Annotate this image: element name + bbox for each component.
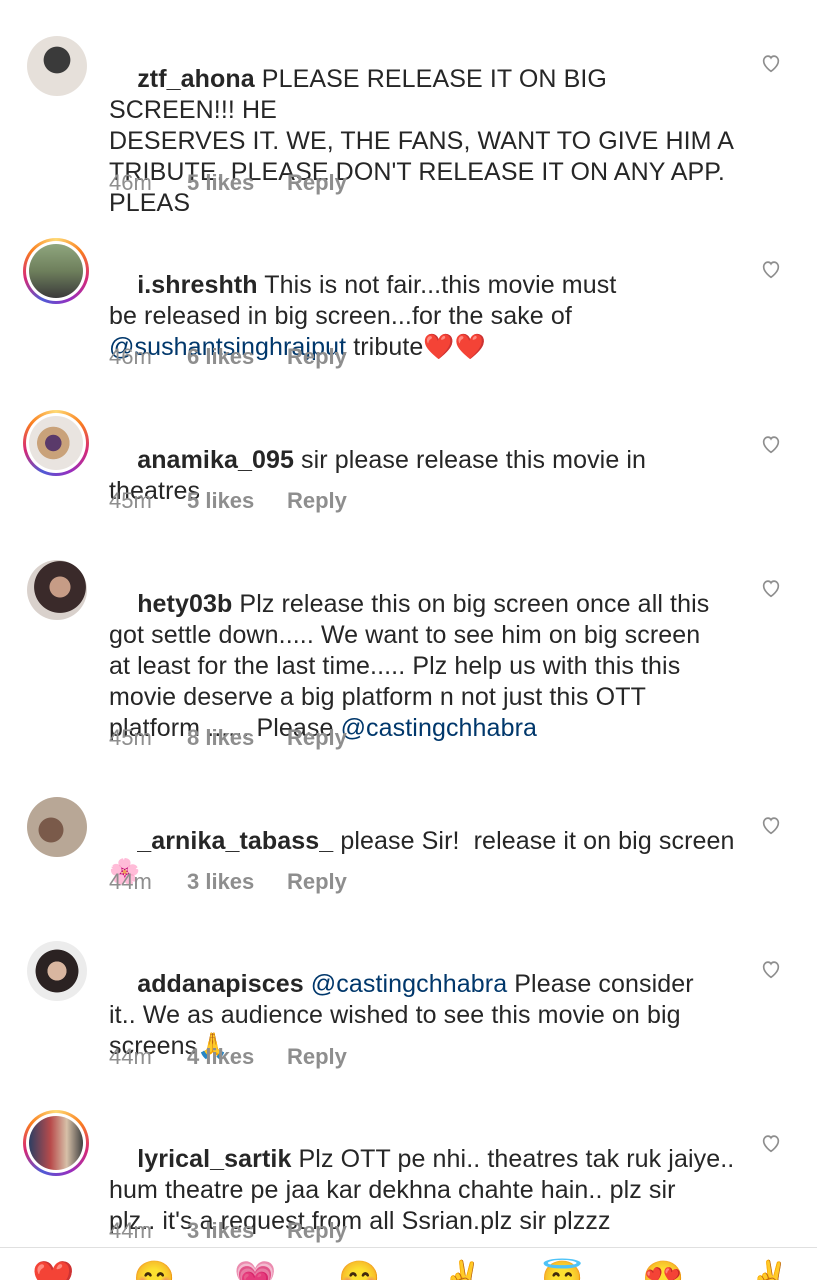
comment-username[interactable]: ztf_ahona (137, 65, 255, 93)
comment-username[interactable]: i.shreshth (137, 271, 257, 299)
heart-outline-icon[interactable] (760, 577, 782, 599)
comment-username[interactable]: hety03b (137, 590, 232, 618)
comment-time: 45m (109, 488, 152, 513)
likes-count[interactable]: 4 likes (187, 1044, 287, 1070)
emoji-quick-reactions: ❤️ 😊 💗 😊 ✌️ 😇 😍 ✌️ (0, 1248, 817, 1280)
comment-time: 46m (109, 344, 152, 369)
reply-button[interactable]: Reply (287, 1218, 347, 1244)
likes-count[interactable]: 6 likes (187, 344, 287, 370)
reply-button[interactable]: Reply (287, 725, 347, 751)
avatar[interactable] (27, 797, 87, 857)
avatar[interactable] (27, 36, 87, 96)
likes-count[interactable]: 3 likes (187, 1218, 287, 1244)
comment-time: 44m (109, 869, 152, 894)
heart-outline-icon[interactable] (760, 433, 782, 455)
heart-outline-icon[interactable] (760, 52, 782, 74)
heart-outline-icon[interactable] (760, 1132, 782, 1154)
mention-link[interactable]: @castingchhabra (311, 970, 507, 998)
reply-button[interactable]: Reply (287, 344, 347, 370)
heart-outline-icon[interactable] (760, 258, 782, 280)
comment-time: 44m (109, 1044, 152, 1069)
comment-time: 45m (109, 725, 152, 750)
avatar[interactable] (23, 238, 89, 304)
reply-button[interactable]: Reply (287, 488, 347, 514)
mention-link[interactable]: @castingchhabra (341, 714, 537, 742)
likes-count[interactable]: 5 likes (187, 488, 287, 514)
comment-time: 46m (109, 170, 152, 195)
emoji-halo[interactable]: 😇 (541, 1262, 583, 1280)
emoji-victory-2[interactable]: ✌️ (748, 1262, 790, 1280)
likes-count[interactable]: 3 likes (187, 869, 287, 895)
emoji-sparkling-heart[interactable]: 💗 (234, 1262, 276, 1280)
comment-text (304, 970, 311, 998)
emoji-victory[interactable]: ✌️ (441, 1262, 483, 1280)
emoji-smile[interactable]: 😊 (133, 1262, 175, 1280)
avatar[interactable] (23, 1110, 89, 1176)
comment-time: 44m (109, 1218, 152, 1243)
reply-button[interactable]: Reply (287, 170, 347, 196)
likes-count[interactable]: 5 likes (187, 170, 287, 196)
reply-button[interactable]: Reply (287, 869, 347, 895)
avatar[interactable] (27, 941, 87, 1001)
comment-username[interactable]: addanapisces (137, 970, 304, 998)
avatar[interactable] (27, 560, 87, 620)
emoji-heart[interactable]: ❤️ (32, 1262, 74, 1280)
comment-username[interactable]: lyrical_sartik (137, 1145, 291, 1173)
reply-button[interactable]: Reply (287, 1044, 347, 1070)
heart-outline-icon[interactable] (760, 814, 782, 836)
likes-count[interactable]: 8 likes (187, 725, 287, 751)
avatar[interactable] (23, 410, 89, 476)
emoji-smile-2[interactable]: 😊 (338, 1262, 380, 1280)
heart-outline-icon[interactable] (760, 958, 782, 980)
comment-text-end: tribute❤️❤️ (346, 333, 486, 361)
comment-username[interactable]: _arnika_tabass_ (137, 827, 333, 855)
comment-username[interactable]: anamika_095 (137, 446, 294, 474)
emoji-heart-eyes[interactable]: 😍 (642, 1262, 684, 1280)
